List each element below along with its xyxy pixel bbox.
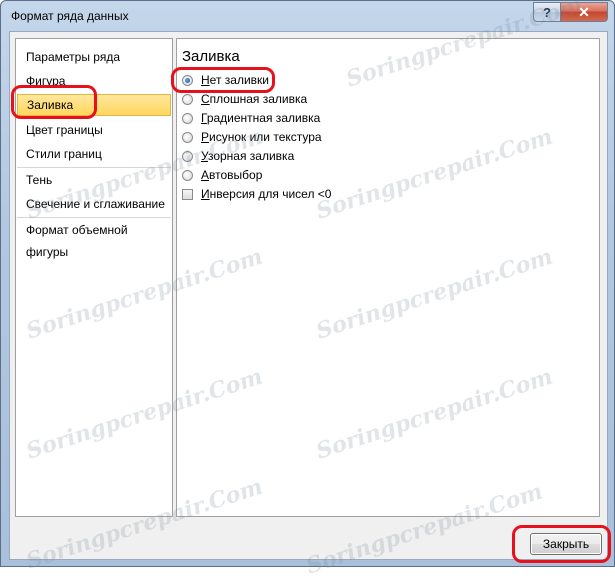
option-label: Рисунок или текстура [201, 130, 322, 144]
help-icon: ? [543, 4, 551, 20]
invert-if-negative-checkbox[interactable]: Инверсия для чисел <0 [182, 185, 331, 203]
dialog-window: Формат ряда данных ? ✕ Параметры ряда Фи… [0, 0, 615, 580]
window-close-button[interactable]: ✕ [560, 2, 608, 22]
radio-icon[interactable] [182, 93, 193, 105]
option-label: Сплошная заливка [201, 92, 308, 106]
radio-icon[interactable] [182, 131, 193, 143]
fill-settings-panel: Заливка Нет заливки Сплошная заливка Гра… [176, 38, 600, 517]
checkbox-label: Инверсия для чисел <0 [201, 187, 332, 201]
sidebar-item-shadow[interactable]: Тень [17, 169, 171, 191]
sidebar-item-fill[interactable]: Заливка [17, 94, 171, 116]
radio-icon[interactable] [182, 150, 193, 162]
radio-icon[interactable] [182, 112, 193, 124]
option-no-fill[interactable]: Нет заливки [182, 71, 269, 89]
option-picture-texture-fill[interactable]: Рисунок или текстура [182, 128, 322, 146]
section-title: Заливка [182, 48, 240, 65]
close-button-label: Закрыть [542, 537, 590, 551]
sidebar-item-series-options[interactable]: Параметры ряда [17, 46, 171, 68]
checkbox-icon[interactable] [182, 188, 193, 200]
option-label: Узорная заливка [201, 149, 295, 163]
title-bar[interactable]: Формат ряда данных ? ✕ [1, 1, 614, 31]
option-label: Градиентная заливка [201, 111, 321, 125]
dialog-body: Параметры ряда Фигура Заливка Цвет грани… [9, 31, 608, 560]
option-label: Нет заливки [201, 73, 269, 87]
sidebar-separator [17, 167, 171, 168]
sidebar-item-border-styles[interactable]: Стили границ [17, 143, 171, 165]
window-title: Формат ряда данных [11, 9, 129, 23]
sidebar-item-border-color[interactable]: Цвет границы [17, 119, 171, 141]
sidebar-item-3d-format[interactable]: Формат объемной фигуры [17, 219, 171, 259]
radio-icon[interactable] [182, 74, 193, 86]
radio-icon[interactable] [182, 169, 193, 181]
option-gradient-fill[interactable]: Градиентная заливка [182, 109, 320, 127]
option-pattern-fill[interactable]: Узорная заливка [182, 147, 294, 165]
sidebar-item-shape[interactable]: Фигура [17, 70, 171, 92]
close-icon: ✕ [578, 3, 590, 20]
option-label: Автовыбор [201, 168, 263, 182]
help-button[interactable]: ? [533, 2, 561, 22]
sidebar-separator [17, 217, 171, 218]
option-solid-fill[interactable]: Сплошная заливка [182, 90, 307, 108]
close-button[interactable]: Закрыть [530, 533, 602, 555]
category-list: Параметры ряда Фигура Заливка Цвет грани… [15, 38, 173, 517]
option-automatic[interactable]: Автовыбор [182, 166, 262, 184]
sidebar-item-glow-soft-edges[interactable]: Свечение и сглаживание [17, 193, 171, 215]
